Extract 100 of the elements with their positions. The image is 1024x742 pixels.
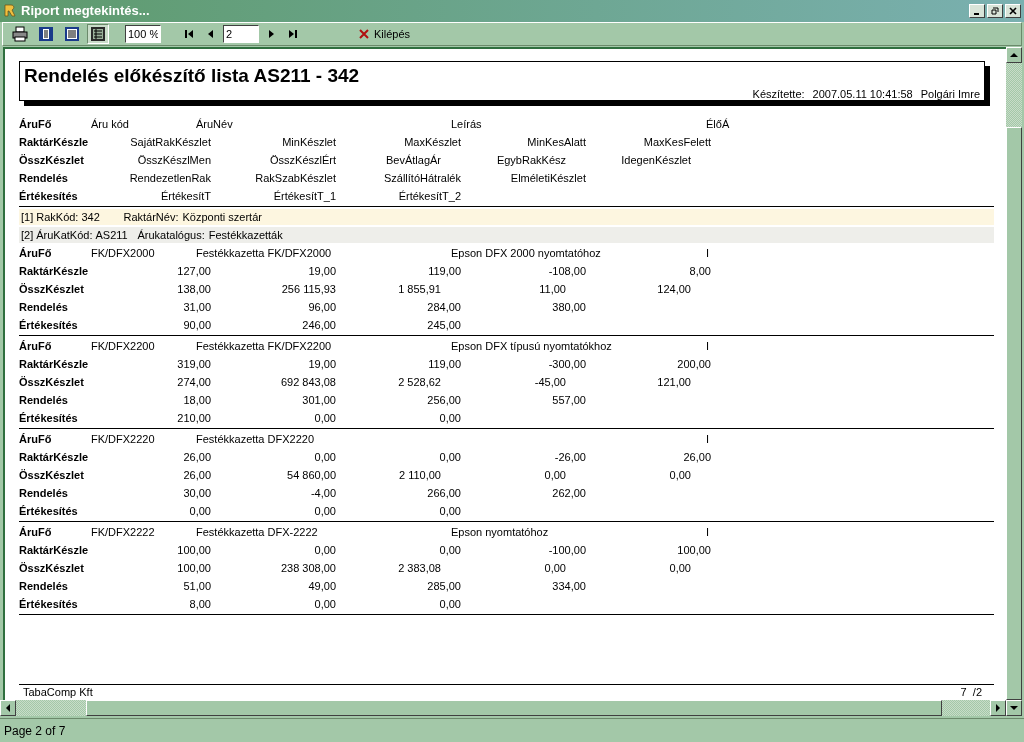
row-label: ÁruFő [19, 338, 53, 354]
table-cell-text: -108,00 [548, 263, 586, 279]
table-cell-text: 127,00 [177, 263, 211, 279]
column-header: MaxKészlet [404, 134, 461, 150]
table-cell-text: 119,00 [428, 263, 461, 279]
column-header: RakSzabKészlet [255, 170, 336, 186]
table-cell-text: 26,00 [683, 449, 711, 465]
item-description: Leírás [451, 117, 482, 130]
table-cell-text: 121,00 [657, 374, 691, 390]
group-name: Festékkazetták [208, 227, 283, 243]
row-label: RaktárKészle [19, 356, 90, 372]
table-cell-text: 96,00 [308, 299, 336, 315]
row-label: ÁruFő [19, 116, 53, 132]
table-cell-text: 210,00 [177, 410, 211, 426]
table-cell-text: 31,00 [183, 299, 211, 315]
table-cell-text: 256,00 [427, 392, 461, 408]
item-code: FK/DFX2220 [91, 431, 156, 447]
column-header: EgybRakKész [496, 152, 566, 168]
table-cell-text: 0,00 [314, 449, 336, 465]
table-cell-text: 266,00 [427, 485, 461, 501]
column-header: MaxKesFelett [643, 134, 711, 150]
flag-text: I [706, 338, 710, 354]
item-name: Festékkazetta DFX2220 [196, 431, 315, 447]
item-code: FK/DFX2000 [91, 245, 156, 261]
zoom-field[interactable]: 100 % [125, 25, 161, 43]
footer-company: TabaComp Kft [23, 685, 93, 701]
table-cell-text: 54 860,00 [287, 467, 336, 483]
table-cell-text: 0,00 [439, 410, 461, 426]
column-header: ÉrtékesítT_1 [273, 188, 336, 204]
table-cell-text: 334,00 [552, 578, 586, 594]
row-label: Értékesítés [19, 188, 79, 204]
table-cell-text: 0,00 [669, 560, 691, 576]
row-label: Értékesítés [19, 317, 79, 333]
row-label: ÖsszKészlet [19, 560, 85, 576]
table-cell-text: 1 855,91 [398, 281, 441, 297]
last-page-icon [288, 29, 298, 39]
next-page-icon [266, 29, 276, 39]
group-name: Központi szertár [182, 209, 262, 225]
scroll-left-icon [5, 704, 11, 712]
flag-text: I [706, 431, 710, 447]
table-cell-text: 0,00 [439, 449, 461, 465]
column-header: MinKészlet [282, 134, 336, 150]
table-cell-text: 8,00 [189, 596, 211, 612]
row-label: Rendelés [19, 299, 69, 315]
row-label: ÁruFő [19, 431, 53, 447]
table-cell-text: 284,00 [427, 299, 461, 315]
app-icon [3, 4, 17, 18]
row-label: Értékesítés [19, 596, 79, 612]
row-label: ÁruFő [19, 524, 53, 540]
group-level: [1] [21, 209, 34, 225]
table-cell-text: 18,00 [183, 392, 211, 408]
table-cell-text: 100,00 [177, 542, 211, 558]
flag-text: I [706, 524, 710, 540]
group-level: [2] [21, 227, 34, 243]
row-label: Értékesítés [19, 503, 79, 519]
table-cell-text: 0,00 [314, 410, 336, 426]
table-cell-text: 245,00 [427, 317, 461, 333]
flag-text: I [706, 245, 710, 261]
table-cell-text: 0,00 [544, 467, 566, 483]
table-cell-text: 30,00 [183, 485, 211, 501]
table-cell-text: 262,00 [552, 485, 586, 501]
table-cell-text: 124,00 [657, 281, 691, 297]
table-cell-text: 692 843,08 [280, 374, 336, 390]
scroll-up-icon [1010, 52, 1018, 58]
row-label: Rendelés [19, 170, 69, 186]
table-cell-text: 238 308,00 [280, 560, 336, 576]
table-cell-text: 19,00 [308, 263, 336, 279]
table-cell-text: 119,00 [428, 356, 461, 372]
table-cell-text: 301,00 [302, 392, 336, 408]
maximize-button[interactable] [987, 4, 1003, 18]
print-button[interactable] [9, 24, 31, 44]
table-cell-text: 0,00 [314, 503, 336, 519]
item-name: Festékkazetta FK/DFX2000 [196, 245, 333, 261]
column-header: ElméletiKészlet [510, 170, 586, 186]
table-cell-text: 557,00 [552, 392, 586, 408]
minimize-button[interactable] [969, 4, 985, 18]
row-label: RaktárKészle [19, 542, 90, 558]
table-cell-text: 2 528,62 [398, 374, 441, 390]
group-key: 342 [81, 208, 124, 226]
row-label: RaktárKészle [19, 134, 90, 150]
row-label: Rendelés [19, 392, 69, 408]
row-label: RaktárKészle [19, 449, 90, 465]
column-header: ÖsszKészlÉrt [270, 152, 336, 168]
table-cell-text: 0,00 [314, 596, 336, 612]
table-cell-text: 0,00 [669, 467, 691, 483]
group-key: AS211 [95, 226, 138, 244]
multi-page-icon [90, 26, 106, 42]
close-button[interactable] [1005, 4, 1021, 18]
view-button[interactable] [87, 24, 109, 44]
table-cell-text: 2 383,08 [398, 560, 441, 576]
exit-button[interactable]: Kilépés [357, 24, 413, 44]
page-field[interactable]: 2 [223, 25, 259, 43]
column-header: MinKesAlatt [527, 134, 586, 150]
column-header: BevÁtlagÁr [385, 152, 441, 168]
table-cell-text: 380,00 [552, 299, 586, 315]
close-icon [359, 29, 369, 39]
previous-page-icon [206, 29, 216, 39]
row-label: Értékesítés [19, 410, 79, 426]
table-cell-text: 49,00 [308, 578, 336, 594]
close-icon [1009, 7, 1017, 15]
